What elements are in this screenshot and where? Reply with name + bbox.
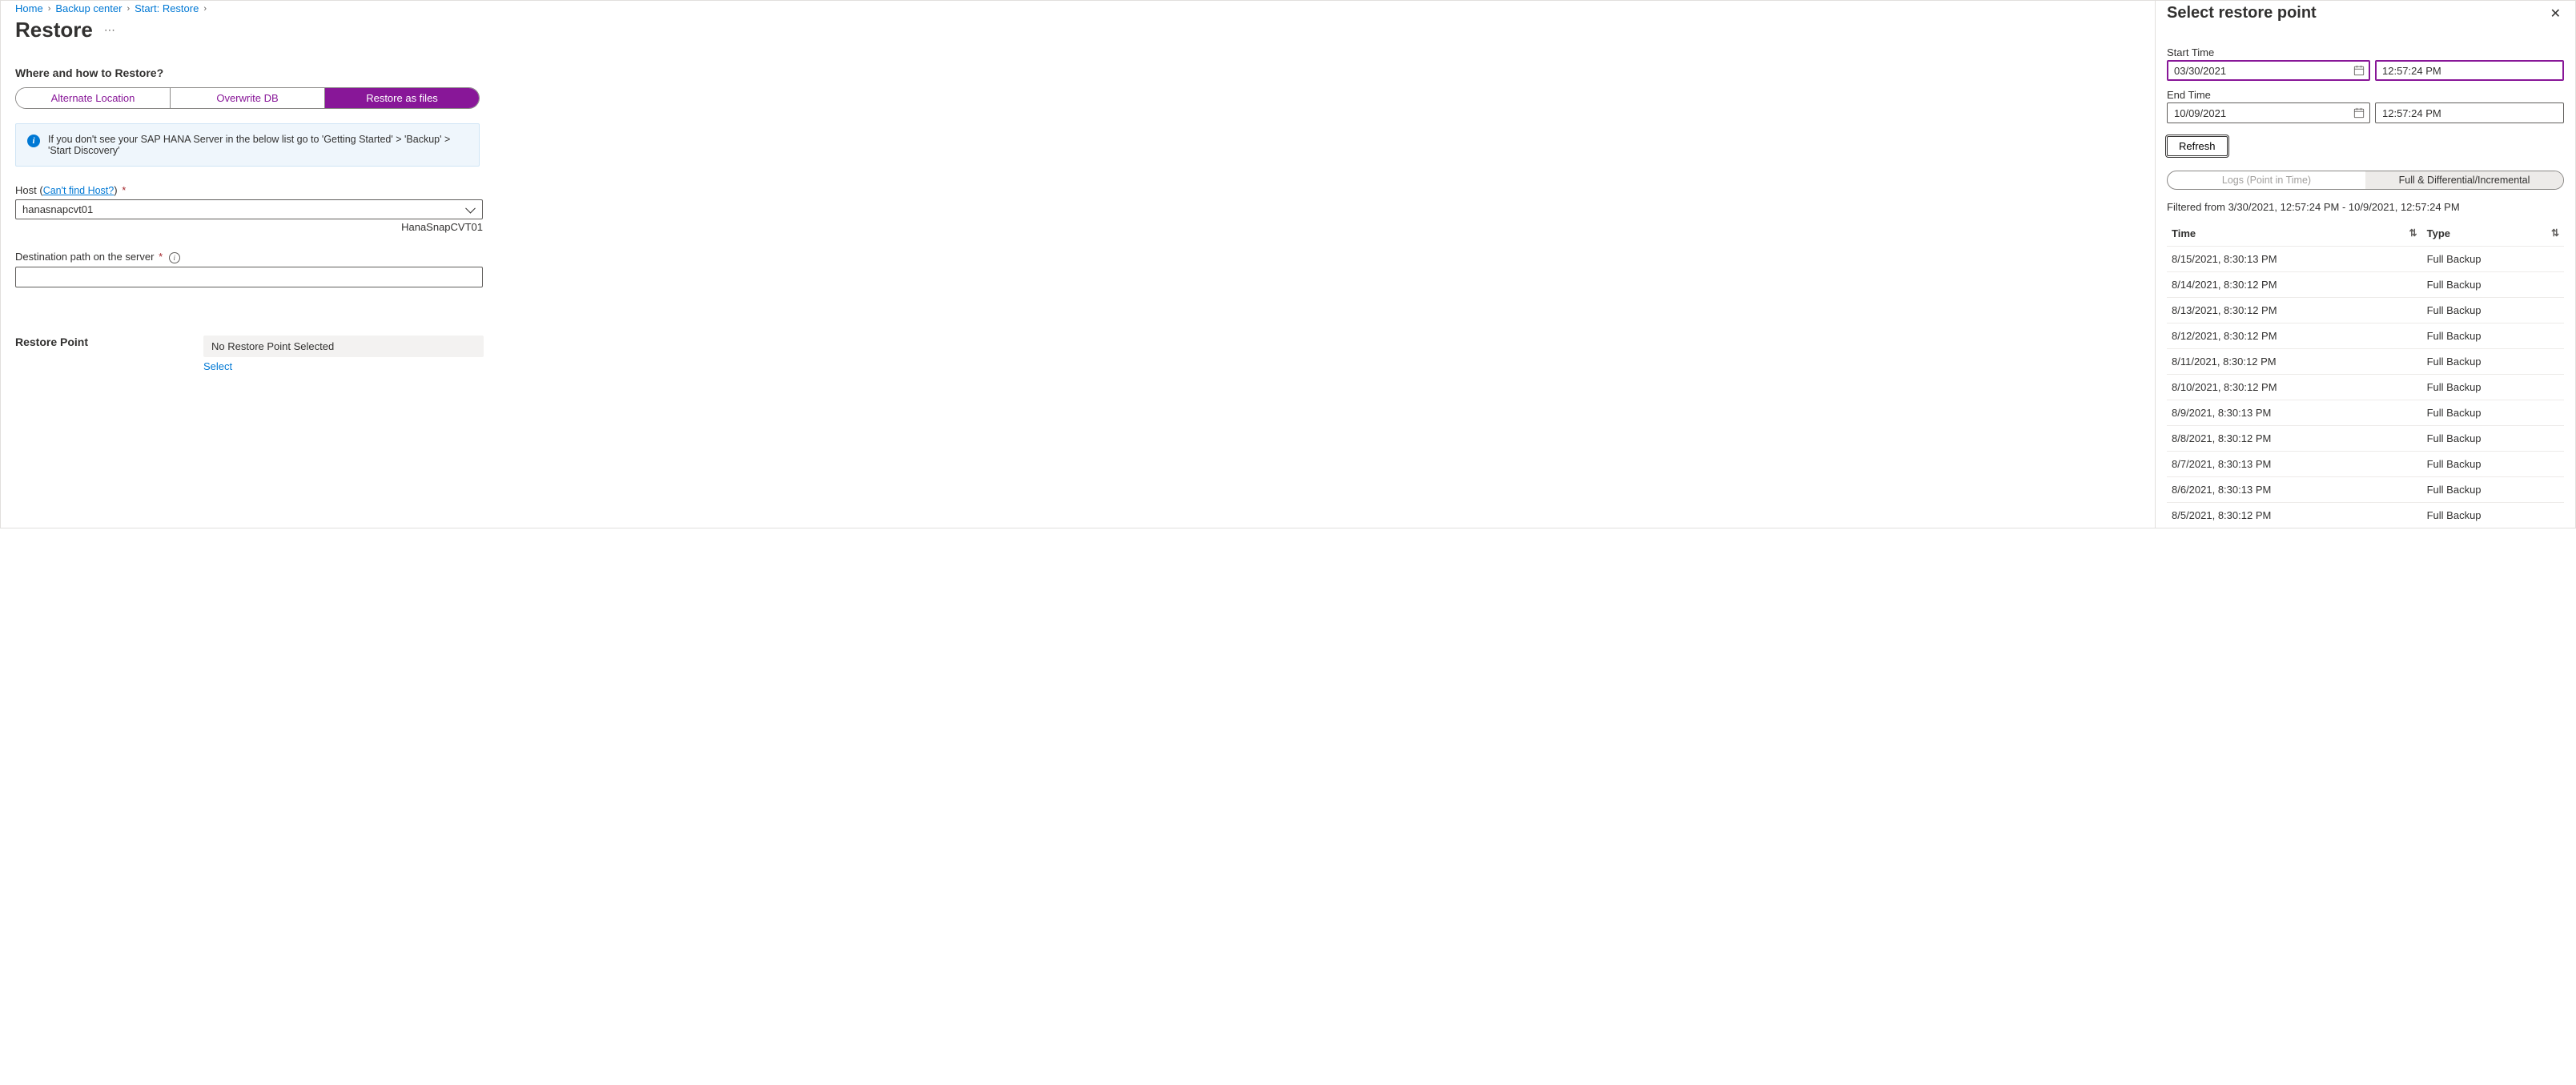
panel-title: Select restore point bbox=[2167, 4, 2317, 22]
restore-mode-tabs: Alternate Location Overwrite DB Restore … bbox=[15, 87, 480, 109]
cell-time: 8/9/2021, 8:30:13 PM bbox=[2167, 400, 2422, 426]
required-indicator: * bbox=[159, 251, 163, 263]
host-dropdown[interactable]: hanasnapcvt01 bbox=[15, 199, 483, 219]
calendar-icon bbox=[2353, 65, 2365, 76]
table-row[interactable]: 8/12/2021, 8:30:12 PMFull Backup bbox=[2167, 323, 2564, 349]
restore-point-type-toggle: Logs (Point in Time) Full & Differential… bbox=[2167, 171, 2564, 190]
cant-find-host-link[interactable]: Can't find Host? bbox=[43, 185, 115, 196]
cell-time: 8/7/2021, 8:30:13 PM bbox=[2167, 452, 2422, 477]
cell-type: Full Backup bbox=[2422, 426, 2564, 452]
table-row[interactable]: 8/14/2021, 8:30:12 PMFull Backup bbox=[2167, 272, 2564, 298]
restore-point-value: No Restore Point Selected bbox=[203, 336, 484, 357]
chevron-right-icon: › bbox=[127, 4, 130, 14]
close-icon[interactable]: ✕ bbox=[2547, 4, 2564, 23]
start-date-input[interactable]: 03/30/2021 bbox=[2167, 60, 2370, 81]
start-time-input[interactable]: 12:57:24 PM bbox=[2375, 60, 2564, 81]
more-actions-button[interactable]: ⋯ bbox=[104, 23, 116, 37]
cell-time: 8/10/2021, 8:30:12 PM bbox=[2167, 375, 2422, 400]
sort-icon: ⇅ bbox=[2551, 227, 2559, 239]
table-row[interactable]: 8/10/2021, 8:30:12 PMFull Backup bbox=[2167, 375, 2564, 400]
toggle-logs-point-in-time[interactable]: Logs (Point in Time) bbox=[2168, 171, 2365, 189]
end-time-label: End Time bbox=[2167, 89, 2564, 101]
breadcrumb-backup-center[interactable]: Backup center bbox=[55, 2, 122, 14]
destination-path-label: Destination path on the server * i bbox=[15, 251, 2140, 263]
filter-range-text: Filtered from 3/30/2021, 12:57:24 PM - 1… bbox=[2167, 201, 2564, 213]
cell-time: 8/6/2021, 8:30:13 PM bbox=[2167, 477, 2422, 503]
table-row[interactable]: 8/8/2021, 8:30:12 PMFull Backup bbox=[2167, 426, 2564, 452]
page-title: Restore bbox=[15, 18, 93, 42]
cell-type: Full Backup bbox=[2422, 349, 2564, 375]
breadcrumb-home[interactable]: Home bbox=[15, 2, 43, 14]
cell-time: 8/12/2021, 8:30:12 PM bbox=[2167, 323, 2422, 349]
cell-type: Full Backup bbox=[2422, 323, 2564, 349]
calendar-icon bbox=[2353, 107, 2365, 119]
info-banner: i If you don't see your SAP HANA Server … bbox=[15, 123, 480, 167]
host-label: Host (Can't find Host?) * bbox=[15, 184, 2140, 196]
destination-path-input[interactable] bbox=[15, 267, 483, 287]
table-row[interactable]: 8/15/2021, 8:30:13 PMFull Backup bbox=[2167, 247, 2564, 272]
cell-type: Full Backup bbox=[2422, 298, 2564, 323]
cell-type: Full Backup bbox=[2422, 375, 2564, 400]
chevron-right-icon: › bbox=[203, 4, 207, 14]
table-row[interactable]: 8/6/2021, 8:30:13 PMFull Backup bbox=[2167, 477, 2564, 503]
restore-points-table: Time⇅ Type⇅ 8/15/2021, 8:30:13 PMFull Ba… bbox=[2167, 221, 2564, 528]
start-time-label: Start Time bbox=[2167, 46, 2564, 58]
cell-type: Full Backup bbox=[2422, 503, 2564, 528]
cell-type: Full Backup bbox=[2422, 452, 2564, 477]
cell-time: 8/13/2021, 8:30:12 PM bbox=[2167, 298, 2422, 323]
cell-time: 8/8/2021, 8:30:12 PM bbox=[2167, 426, 2422, 452]
required-indicator: * bbox=[122, 184, 126, 196]
cell-time: 8/11/2021, 8:30:12 PM bbox=[2167, 349, 2422, 375]
chevron-right-icon: › bbox=[48, 4, 51, 14]
restore-point-label: Restore Point bbox=[15, 336, 203, 357]
info-text: If you don't see your SAP HANA Server in… bbox=[48, 134, 468, 156]
table-row[interactable]: 8/5/2021, 8:30:12 PMFull Backup bbox=[2167, 503, 2564, 528]
refresh-button[interactable]: Refresh bbox=[2167, 136, 2228, 156]
tab-alternate-location[interactable]: Alternate Location bbox=[16, 88, 171, 108]
breadcrumb-start-restore[interactable]: Start: Restore bbox=[135, 2, 199, 14]
cell-type: Full Backup bbox=[2422, 400, 2564, 426]
table-row[interactable]: 8/9/2021, 8:30:13 PMFull Backup bbox=[2167, 400, 2564, 426]
table-row[interactable]: 8/7/2021, 8:30:13 PMFull Backup bbox=[2167, 452, 2564, 477]
tab-restore-as-files[interactable]: Restore as files bbox=[325, 88, 479, 108]
end-time-input[interactable]: 12:57:24 PM bbox=[2375, 102, 2564, 123]
cell-type: Full Backup bbox=[2422, 247, 2564, 272]
toggle-full-differential[interactable]: Full & Differential/Incremental bbox=[2365, 171, 2563, 189]
section-heading-where-how: Where and how to Restore? bbox=[15, 66, 2140, 79]
restore-point-select-link[interactable]: Select bbox=[203, 360, 2140, 372]
tab-overwrite-db[interactable]: Overwrite DB bbox=[171, 88, 325, 108]
sort-icon: ⇅ bbox=[2409, 227, 2417, 239]
end-date-input[interactable]: 10/09/2021 bbox=[2167, 102, 2370, 123]
cell-time: 8/15/2021, 8:30:13 PM bbox=[2167, 247, 2422, 272]
info-icon: i bbox=[27, 135, 40, 147]
table-row[interactable]: 8/13/2021, 8:30:12 PMFull Backup bbox=[2167, 298, 2564, 323]
table-row[interactable]: 8/11/2021, 8:30:12 PMFull Backup bbox=[2167, 349, 2564, 375]
cell-type: Full Backup bbox=[2422, 272, 2564, 298]
host-resolved-name: HanaSnapCVT01 bbox=[15, 221, 483, 233]
info-icon[interactable]: i bbox=[169, 252, 180, 263]
cell-time: 8/14/2021, 8:30:12 PM bbox=[2167, 272, 2422, 298]
cell-time: 8/5/2021, 8:30:12 PM bbox=[2167, 503, 2422, 528]
cell-type: Full Backup bbox=[2422, 477, 2564, 503]
breadcrumb: Home › Backup center › Start: Restore › bbox=[15, 2, 2140, 14]
col-header-type[interactable]: Type⇅ bbox=[2422, 221, 2564, 247]
col-header-time[interactable]: Time⇅ bbox=[2167, 221, 2422, 247]
